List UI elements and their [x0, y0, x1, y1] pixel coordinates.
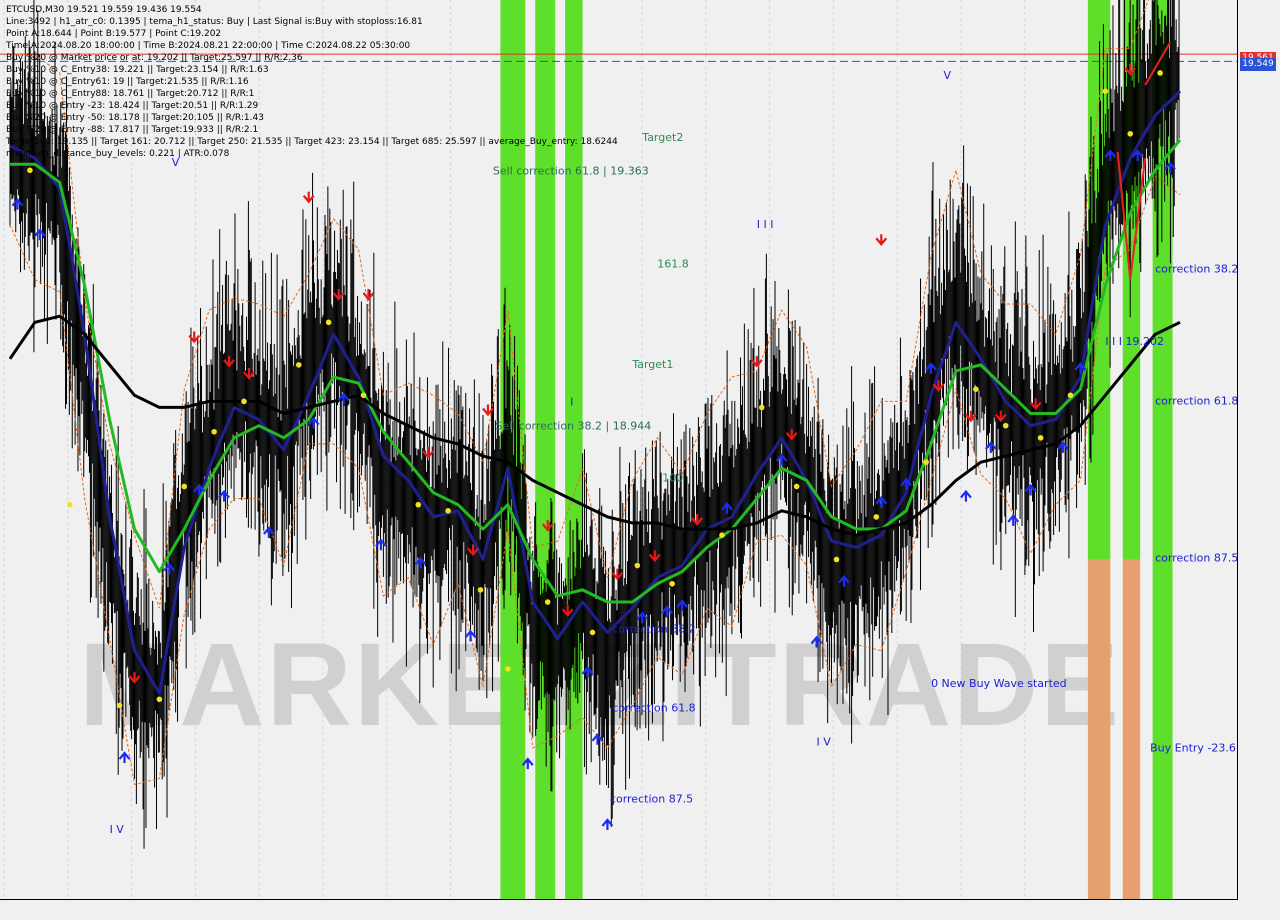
- chart-annotation: correction 61.8: [612, 701, 695, 714]
- signal-star: [211, 428, 217, 435]
- signal-star: [116, 702, 123, 709]
- signal-star: [833, 556, 840, 563]
- signal-star: [669, 580, 675, 587]
- info-line: Buy %10 @ Entry -23: 18.424 || Target:20…: [6, 101, 259, 111]
- sell-arrow: [875, 234, 888, 246]
- signal-star: [634, 562, 641, 569]
- info-line: Buy %10 @ C_Entry61: 19 || Target:21.535…: [6, 77, 249, 87]
- info-line: Buy %10 @ C_Entry38: 19.221 || Target:23…: [6, 65, 269, 75]
- signal-star: [544, 599, 551, 605]
- info-line: ETCUSD,M30 19.521 19.559 19.436 19.554: [6, 5, 202, 15]
- info-line: Buy %20 @ Entry -88: 17.817 || Target:19…: [6, 125, 259, 135]
- info-line: Point A:18.644 | Point B:19.577 | Point …: [6, 29, 222, 39]
- chart-annotation: correction 61.8: [1155, 394, 1238, 407]
- signal-star: [873, 514, 880, 520]
- info-line: minimum_distance_buy_levels: 0.221 | ATR…: [6, 149, 230, 159]
- chart-annotation: I I I: [757, 218, 774, 231]
- signal-star: [1157, 70, 1163, 76]
- signal-star: [923, 459, 929, 465]
- info-panel: ETCUSD,M30 19.521 19.559 19.436 19.554 L…: [6, 4, 618, 160]
- signal-star: [758, 404, 765, 411]
- buy-arrow: [960, 489, 972, 502]
- signal-star: [66, 501, 73, 508]
- signal-star: [181, 483, 188, 490]
- info-line: Buy %20 @ Market price or at: 19.202 || …: [6, 53, 303, 63]
- signal-star: [477, 587, 484, 593]
- info-line: Buy %20 @ Entry -50: 18.178 || Target:20…: [6, 113, 264, 123]
- chart-annotation: correction 87.5: [1155, 551, 1238, 564]
- signal-star: [325, 319, 332, 326]
- signal-star: [719, 532, 725, 538]
- signal-star: [589, 629, 596, 636]
- chart-annotation: I V: [817, 736, 832, 749]
- info-line: Line:3492 | h1_atr_c0: 0.1395 | tema_h1_…: [6, 17, 423, 27]
- chart-annotation: correction 87.5: [610, 793, 693, 806]
- buy-arrow: [984, 441, 997, 453]
- signal-star: [1002, 422, 1009, 429]
- buy-arrow: [1007, 514, 1020, 526]
- chart-annotation: Target2: [641, 131, 683, 144]
- chart-annotation: correction 38.2: [1155, 262, 1238, 275]
- buy-arrow: [118, 751, 131, 764]
- chart-window: MARKETZITRADETarget2Sell correction 61.8…: [0, 0, 1280, 920]
- chart-annotation: correction 38.2: [612, 622, 695, 635]
- chart-annotation: Sell correction 61.8 | 19.363: [493, 165, 649, 178]
- chart-annotation: V: [944, 69, 952, 82]
- signal-star: [27, 167, 33, 174]
- signal-star: [415, 501, 422, 508]
- plot-area[interactable]: MARKETZITRADETarget2Sell correction 61.8…: [0, 0, 1238, 900]
- signal-star: [156, 696, 163, 703]
- info-line: Buy %10 @ C_Entry88: 18.761 || Target:20…: [6, 89, 255, 99]
- chart-annotation: I: [570, 396, 573, 409]
- info-line: Target100: 19.135 || Target 161: 20.712 …: [6, 137, 618, 147]
- salmon-band: [1087, 559, 1111, 899]
- signal-star: [445, 508, 451, 514]
- signal-star: [973, 386, 979, 392]
- salmon-band: [1122, 559, 1141, 899]
- signal-star: [360, 392, 367, 399]
- signal-star: [1127, 130, 1134, 137]
- chart-annotation: 0 New Buy Wave started: [931, 677, 1067, 690]
- chart-annotation: Target1: [631, 358, 673, 371]
- signal-star: [241, 398, 247, 405]
- signal-star: [793, 483, 800, 490]
- signal-star: [505, 666, 511, 672]
- chart-annotation: 161.8: [657, 258, 689, 271]
- chart-annotation: I V: [110, 823, 125, 836]
- signal-star: [1037, 435, 1044, 441]
- signal-star: [295, 362, 302, 368]
- chart-annotation: I I I 19.202: [1105, 335, 1164, 348]
- signal-star: [1067, 392, 1074, 399]
- sell-arrow: [362, 288, 375, 301]
- chart-annotation: Buy Entry -23.6: [1150, 742, 1236, 755]
- chart-annotation: Sell correction 38.2 | 18.944: [495, 419, 651, 432]
- chart-annotation: 100: [662, 472, 683, 485]
- price-tag-blue: 19.549: [1240, 58, 1276, 71]
- signal-star: [1102, 88, 1109, 95]
- info-line: Time A:2024.08.20 18:00:00 | Time B:2024…: [6, 41, 411, 51]
